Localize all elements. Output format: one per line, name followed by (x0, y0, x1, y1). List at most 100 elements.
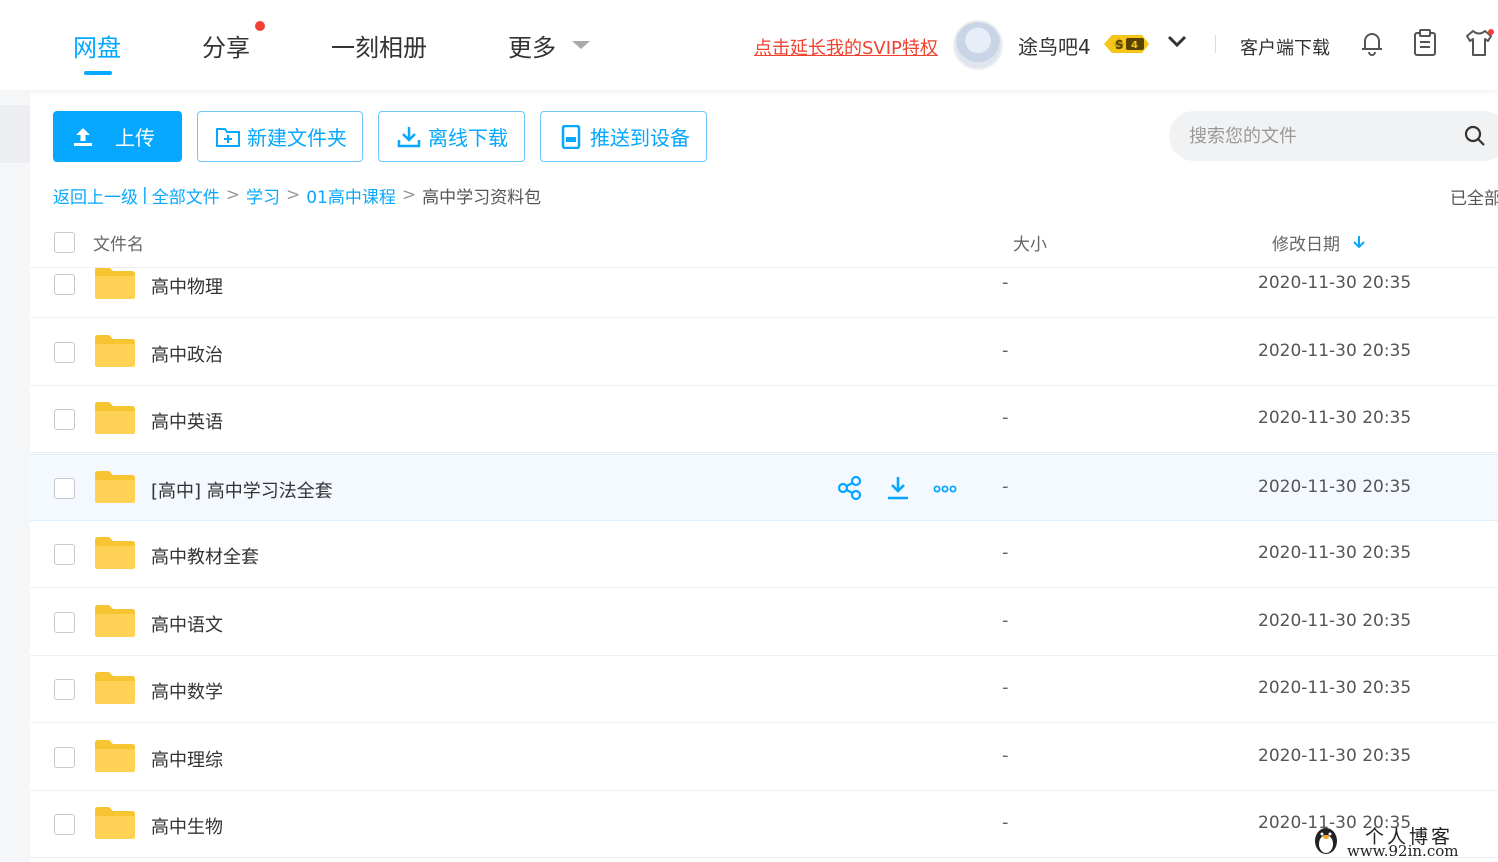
file-name[interactable]: 高中生物 (151, 813, 223, 839)
svip-level-badge-icon: S 4 (1104, 35, 1149, 53)
table-row[interactable]: 高中生物 - 2020-11-30 20:35 (30, 791, 1498, 858)
file-name[interactable]: 高中英语 (151, 408, 223, 434)
tshirt-skin-icon[interactable] (1464, 28, 1494, 58)
table-row[interactable]: 高中英语 - 2020-11-30 20:35 (30, 386, 1498, 453)
table-row[interactable]: 高中政治 - 2020-11-30 20:35 (30, 319, 1498, 386)
row-checkbox[interactable] (54, 477, 75, 499)
breadcrumb-course[interactable]: 01高中课程 (306, 183, 396, 208)
search-input[interactable] (1189, 123, 1449, 149)
file-modified-date: 2020-11-30 20:35 (1258, 476, 1412, 497)
row-checkbox[interactable] (54, 409, 75, 430)
file-modified-date: 2020-11-30 20:35 (1258, 340, 1412, 361)
folder-icon (95, 604, 135, 637)
row-checkbox[interactable] (54, 611, 75, 633)
table-row[interactable]: [高中] 高中学习法全套 - 2020-11-30 20:35 (30, 453, 1498, 521)
file-name[interactable]: [高中] 高中学习法全套 (151, 477, 333, 503)
client-download-link[interactable]: 客户端下载 (1240, 34, 1330, 60)
more-dropdown-arrow-icon[interactable] (572, 41, 590, 49)
sort-descending-icon[interactable] (1352, 234, 1366, 250)
folder-icon (95, 537, 135, 569)
table-row[interactable]: 高中理综 - 2020-11-30 20:35 (30, 724, 1498, 791)
offline-download-label: 离线下载 (428, 126, 508, 150)
left-sidebar-edge (0, 90, 30, 862)
breadcrumb-all-files[interactable]: 全部文件 (152, 183, 220, 208)
row-checkbox[interactable] (54, 544, 75, 565)
watermark: 个人博客 www.92in.com (1305, 820, 1498, 862)
tab-album[interactable]: 一刻相册 (331, 28, 427, 63)
chevron-down-icon[interactable] (1166, 30, 1188, 52)
watermark-url: www.92in.com (1347, 842, 1459, 860)
svip-badge-symbol: S (1115, 38, 1124, 52)
bell-icon[interactable] (1357, 28, 1387, 58)
clipboard-icon[interactable] (1410, 28, 1440, 58)
file-name[interactable]: 高中语文 (151, 611, 223, 637)
new-folder-button[interactable]: 新建文件夹 (197, 111, 363, 162)
download-icon[interactable] (885, 475, 911, 501)
breadcrumb-separator: > (225, 185, 240, 205)
active-tab-indicator (84, 71, 112, 75)
tab-more[interactable]: 更多 (508, 28, 556, 63)
file-size: - (1002, 677, 1009, 698)
folder-icon (95, 672, 135, 704)
file-name[interactable]: 高中理综 (151, 746, 223, 772)
svip-renew-link[interactable]: 点击延长我的SVIP特权 (754, 34, 938, 60)
row-checkbox[interactable] (54, 274, 75, 295)
loaded-status: 已全部 (1450, 189, 1498, 209)
download-icon (397, 126, 421, 147)
file-name[interactable]: 高中数学 (151, 678, 223, 704)
breadcrumb-back[interactable]: 返回上一级 (53, 183, 138, 208)
file-modified-date: 2020-11-30 20:35 (1258, 610, 1412, 631)
select-all-checkbox[interactable] (54, 232, 75, 253)
share-icon[interactable] (837, 475, 863, 501)
column-header-date[interactable]: 修改日期 (1272, 230, 1340, 255)
row-checkbox[interactable] (54, 746, 75, 768)
file-size: - (1002, 812, 1009, 833)
upload-label: 上传 (115, 126, 155, 150)
file-size: - (1002, 475, 1009, 497)
file-size: - (1002, 609, 1009, 631)
table-row[interactable]: 高中数学 - 2020-11-30 20:35 (30, 656, 1498, 723)
row-checkbox[interactable] (54, 679, 75, 700)
share-notification-dot (255, 21, 265, 31)
breadcrumb-current: 高中学习资料包 (422, 187, 542, 208)
table-row[interactable]: 高中语文 - 2020-11-30 20:35 (30, 589, 1498, 656)
file-name[interactable]: 高中教材全套 (151, 543, 259, 569)
file-modified-date: 2020-11-30 20:35 (1258, 408, 1412, 428)
breadcrumb-study[interactable]: 学习 (246, 183, 280, 208)
device-icon (561, 124, 581, 149)
breadcrumb-divider: | (142, 185, 148, 205)
column-header-name[interactable]: 文件名 (93, 230, 144, 255)
file-modified-date: 2020-11-30 20:35 (1258, 678, 1412, 698)
search-icon[interactable] (1464, 125, 1486, 147)
svip-badge-level: 4 (1131, 40, 1138, 51)
folder-icon (95, 402, 135, 434)
file-list: 高中物理 - 2020-11-30 20:35 高中政治 - 2020-11-3… (30, 268, 1498, 862)
more-actions-icon[interactable] (932, 475, 958, 501)
file-name[interactable]: 高中政治 (151, 341, 223, 367)
file-size: - (1002, 542, 1009, 563)
upload-button[interactable]: 上传 (53, 111, 182, 162)
username[interactable]: 途鸟吧4 (1018, 31, 1091, 60)
avatar[interactable] (953, 20, 1003, 70)
search-box (1169, 111, 1498, 161)
column-header-size[interactable]: 大小 (1013, 230, 1047, 255)
breadcrumb: 返回上一级 | 全部文件 > 学习 > 01高中课程 > 高中学习资料包 (53, 183, 542, 208)
file-modified-date: 2020-11-30 20:35 (1258, 543, 1412, 563)
table-row[interactable]: 高中物理 - 2020-11-30 20:35 (30, 268, 1498, 318)
breadcrumb-separator: > (285, 185, 301, 205)
row-checkbox[interactable] (54, 341, 75, 363)
tab-netdisk[interactable]: 网盘 (73, 28, 121, 63)
file-name[interactable]: 高中物理 (151, 273, 223, 299)
file-modified-date: 2020-11-30 20:35 (1258, 745, 1412, 766)
penguin-logo-icon (1315, 828, 1337, 854)
row-checkbox[interactable] (54, 814, 75, 835)
file-size: - (1002, 272, 1009, 293)
file-size: - (1002, 744, 1009, 766)
offline-download-button[interactable]: 离线下载 (378, 111, 525, 162)
file-modified-date: 2020-11-30 20:35 (1258, 273, 1412, 293)
file-size: - (1002, 339, 1009, 361)
new-folder-icon (216, 127, 240, 147)
tab-share[interactable]: 分享 (202, 28, 250, 63)
table-row[interactable]: 高中教材全套 - 2020-11-30 20:35 (30, 521, 1498, 588)
push-to-device-button[interactable]: 推送到设备 (540, 111, 707, 162)
